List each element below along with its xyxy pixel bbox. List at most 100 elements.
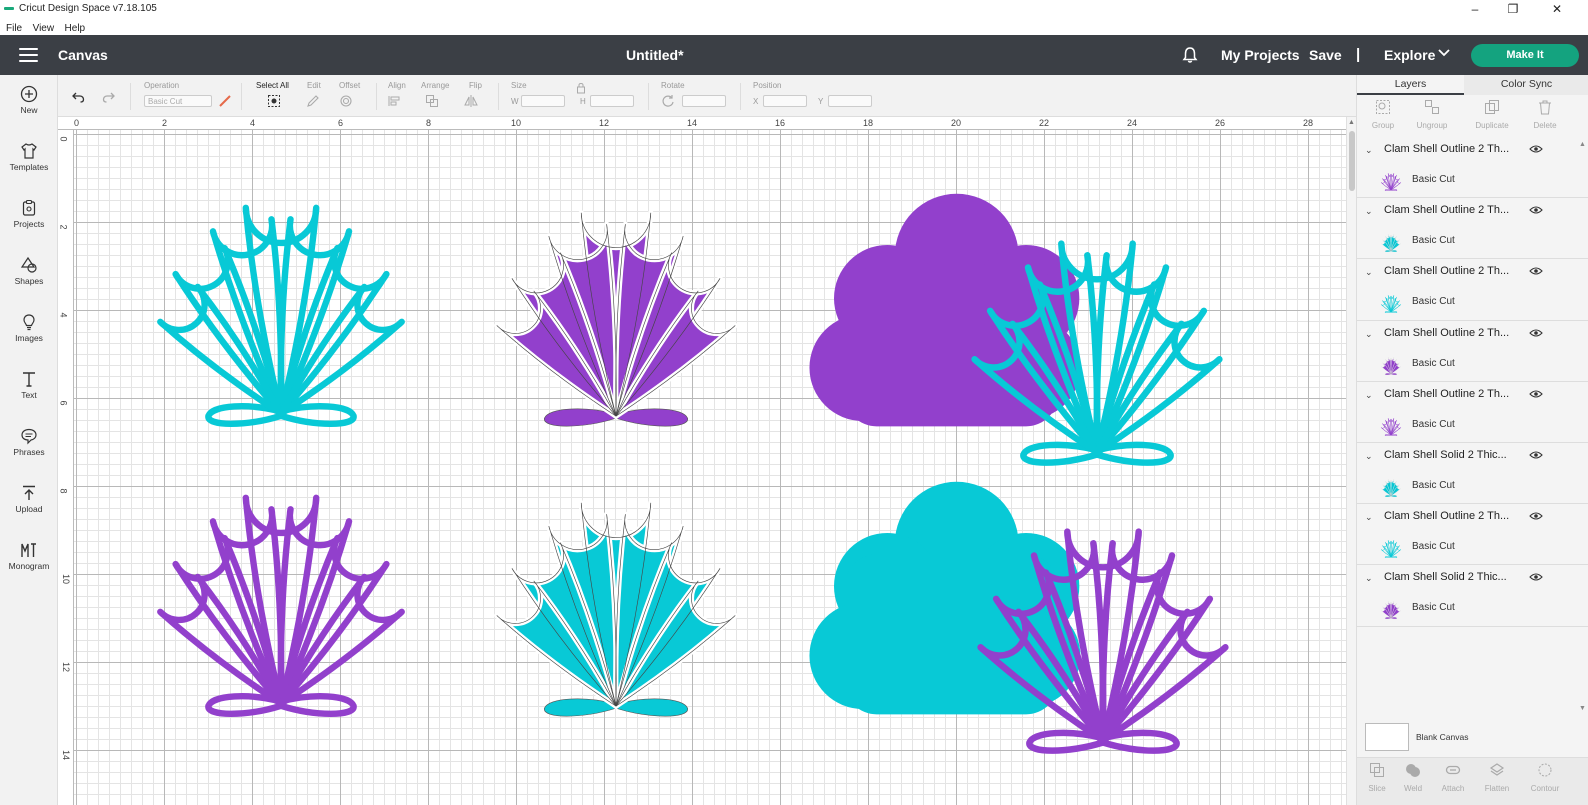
select-all-icon[interactable] xyxy=(267,94,281,108)
templates-button[interactable]: Templates xyxy=(0,142,58,172)
teal-solid-shell[interactable] xyxy=(458,442,774,728)
scrollbar-thumb[interactable] xyxy=(1349,131,1355,191)
teal-outline-shell-overlay[interactable] xyxy=(934,182,1260,474)
layer-expand-chevron-icon[interactable]: ⌄ xyxy=(1365,512,1373,523)
ruler-left-label: 4 xyxy=(58,312,69,318)
layer-expand-chevron-icon[interactable]: ⌄ xyxy=(1365,145,1373,156)
document-title[interactable]: Untitled* xyxy=(626,47,684,63)
eye-icon[interactable] xyxy=(1529,144,1543,154)
operation-select[interactable]: Basic Cut xyxy=(144,95,212,107)
layer-expand-chevron-icon[interactable]: ⌄ xyxy=(1365,390,1373,401)
hamburger-menu-icon[interactable] xyxy=(19,48,38,62)
contour-button[interactable]: Contour xyxy=(1525,762,1565,793)
chevron-down-icon[interactable] xyxy=(1438,48,1450,58)
group-button[interactable]: Group xyxy=(1357,99,1409,130)
eye-icon[interactable] xyxy=(1529,205,1543,215)
rotate-icon[interactable] xyxy=(661,94,675,108)
shapes-label: Shapes xyxy=(14,276,44,286)
upload-button[interactable]: Upload xyxy=(0,484,58,514)
canvas-scrollbar[interactable]: ▲ xyxy=(1346,117,1356,805)
maximize-button[interactable]: ❐ xyxy=(1493,1,1533,17)
x-position-input[interactable] xyxy=(763,95,807,107)
make-it-button[interactable]: Make It xyxy=(1471,44,1579,67)
ruler-top: 0 2 4 6 8 10 12 14 16 18 20 22 24 26 28 xyxy=(58,117,1346,130)
menu-view[interactable]: View xyxy=(27,21,55,34)
tab-layers[interactable]: Layers xyxy=(1357,75,1464,95)
purple-solid-shell[interactable] xyxy=(458,152,774,438)
layer-row[interactable]: ⌄ Clam Shell Outline 2 Th... Basic Cut xyxy=(1357,382,1588,443)
ruler-top-label: 2 xyxy=(162,118,168,128)
projects-label: Projects xyxy=(13,219,45,229)
close-button[interactable]: ✕ xyxy=(1537,1,1577,17)
projects-button[interactable]: Projects xyxy=(0,199,58,229)
tab-color-sync[interactable]: Color Sync xyxy=(1464,75,1588,95)
flatten-button[interactable]: Flatten xyxy=(1477,762,1517,793)
ungroup-button[interactable]: Ungroup xyxy=(1406,99,1458,130)
window-title: Cricut Design Space v7.18.105 xyxy=(19,3,157,14)
arrange-icon[interactable] xyxy=(425,94,439,108)
teal-outline-shell[interactable] xyxy=(121,146,441,436)
text-button[interactable]: Text xyxy=(0,370,58,400)
menu-help[interactable]: Help xyxy=(59,21,86,34)
eye-icon[interactable] xyxy=(1529,511,1543,521)
layer-name: Clam Shell Solid 2 Thic... xyxy=(1384,448,1507,461)
delete-button[interactable]: Delete xyxy=(1519,99,1571,130)
weld-button[interactable]: Weld xyxy=(1393,762,1433,793)
shapes-button[interactable]: Shapes xyxy=(0,256,58,286)
align-icon[interactable] xyxy=(388,94,402,108)
height-input[interactable] xyxy=(590,95,634,107)
lock-icon[interactable] xyxy=(574,81,588,95)
layer-expand-chevron-icon[interactable]: ⌄ xyxy=(1365,451,1373,462)
layer-row[interactable]: ⌄ Clam Shell Outline 2 Th... Basic Cut xyxy=(1357,137,1588,199)
layer-row[interactable]: ⌄ Clam Shell Outline 2 Th... Basic Cut xyxy=(1357,198,1588,260)
purple-outline-shell[interactable] xyxy=(121,436,441,726)
layer-row[interactable]: ⌄ Clam Shell Outline 2 Th... Basic Cut xyxy=(1357,504,1588,566)
panel-scroll-up-icon[interactable]: ▲ xyxy=(1579,141,1586,148)
my-projects-link[interactable]: My Projects xyxy=(1221,47,1300,63)
layer-row[interactable]: ⌄ Clam Shell Outline 2 Th... Basic Cut xyxy=(1357,259,1588,321)
y-position-input[interactable] xyxy=(828,95,872,107)
ruler-left-label: 12 xyxy=(61,661,72,673)
attach-button[interactable]: Attach xyxy=(1433,762,1473,793)
flip-icon[interactable] xyxy=(464,94,478,108)
eye-icon[interactable] xyxy=(1529,572,1543,582)
layer-expand-chevron-icon[interactable]: ⌄ xyxy=(1365,573,1373,584)
layer-expand-chevron-icon[interactable]: ⌄ xyxy=(1365,329,1373,340)
purple-outline-shell-overlay[interactable] xyxy=(940,470,1266,762)
layer-row[interactable]: ⌄ Clam Shell Solid 2 Thic... Basic Cut xyxy=(1357,443,1588,505)
eye-icon[interactable] xyxy=(1529,266,1543,276)
phrases-button[interactable]: Phrases xyxy=(0,427,58,457)
pen-color-icon[interactable] xyxy=(218,94,232,108)
new-label: New xyxy=(20,105,38,115)
layer-row[interactable]: ⌄ Clam Shell Outline 2 Th... Basic Cut xyxy=(1357,321,1588,382)
attach-icon xyxy=(1445,765,1461,775)
undo-icon[interactable] xyxy=(71,90,85,104)
layer-expand-chevron-icon[interactable]: ⌄ xyxy=(1365,267,1373,278)
images-button[interactable]: Images xyxy=(0,313,58,343)
width-input[interactable] xyxy=(521,95,565,107)
redo-icon[interactable] xyxy=(102,90,116,104)
save-button[interactable]: Save xyxy=(1309,47,1342,63)
menu-file[interactable]: File xyxy=(0,21,22,34)
attach-label: Attach xyxy=(1441,784,1465,793)
rotate-input[interactable] xyxy=(682,95,726,107)
layer-row[interactable]: ⌄ Clam Shell Solid 2 Thic... Basic Cut xyxy=(1357,565,1588,627)
blank-canvas-swatch[interactable] xyxy=(1365,723,1409,751)
eye-icon[interactable] xyxy=(1529,389,1543,399)
monogram-button[interactable]: Monogram xyxy=(0,541,58,571)
explore-menu[interactable]: Explore xyxy=(1384,47,1435,63)
bell-icon[interactable] xyxy=(1181,46,1199,64)
minimize-button[interactable]: – xyxy=(1455,1,1495,17)
duplicate-button[interactable]: Duplicate xyxy=(1466,99,1518,130)
eye-icon[interactable] xyxy=(1529,450,1543,460)
slice-button[interactable]: Slice xyxy=(1357,762,1397,793)
scroll-up-icon[interactable]: ▲ xyxy=(1348,119,1355,126)
edit-pencil-icon[interactable] xyxy=(306,94,320,108)
design-canvas[interactable] xyxy=(74,130,1346,805)
panel-scroll-down-icon[interactable]: ▼ xyxy=(1579,705,1586,712)
eye-icon[interactable] xyxy=(1529,328,1543,338)
new-button[interactable]: New xyxy=(0,85,58,115)
offset-icon[interactable] xyxy=(339,94,353,108)
edit-toolbar: Operation Basic Cut Select All Edit Offs… xyxy=(58,75,1370,117)
layer-expand-chevron-icon[interactable]: ⌄ xyxy=(1365,206,1373,217)
